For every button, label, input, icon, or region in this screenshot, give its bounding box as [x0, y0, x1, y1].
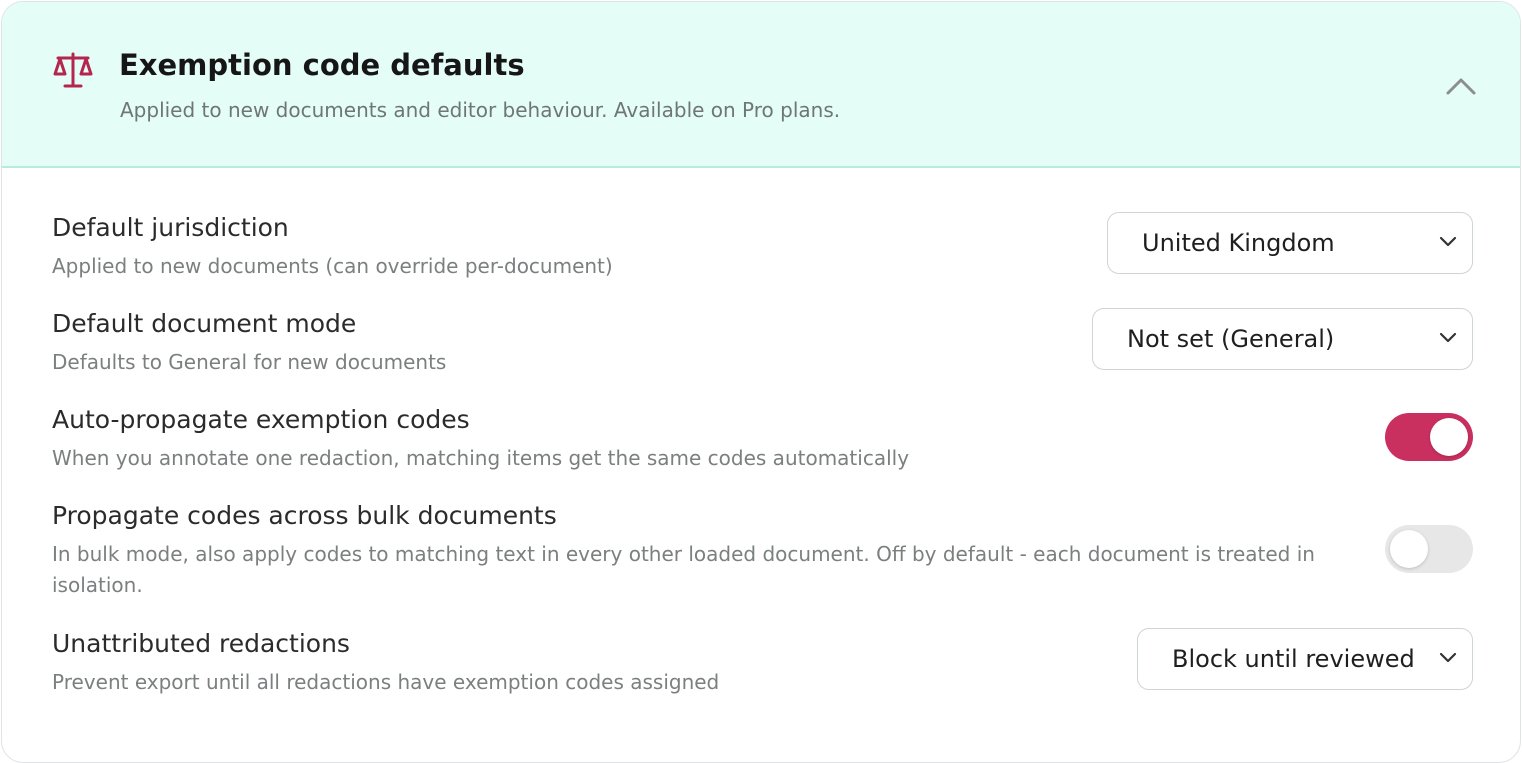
auto-propagate-description: When you annotate one redaction, matchin… — [52, 446, 910, 470]
document-mode-select-value: Not set (General) — [1127, 325, 1335, 353]
jurisdiction-label: Default jurisdiction — [52, 213, 289, 242]
toggle-knob — [1390, 530, 1428, 568]
card-header[interactable]: Exemption code defaults Applied to new d… — [2, 2, 1520, 168]
auto-propagate-label: Auto-propagate exemption codes — [52, 405, 470, 434]
unattributed-select-value: Block until reviewed — [1172, 645, 1415, 673]
bulk-propagate-toggle[interactable] — [1385, 525, 1473, 573]
document-mode-description: Defaults to General for new documents — [52, 350, 447, 374]
bulk-propagate-label: Propagate codes across bulk documents — [52, 501, 557, 530]
chevron-down-icon — [1439, 332, 1457, 343]
chevron-down-icon — [1439, 652, 1457, 663]
scales-icon — [53, 52, 93, 88]
jurisdiction-select[interactable]: United Kingdom — [1107, 212, 1473, 274]
bulk-propagate-description: In bulk mode, also apply codes to matchi… — [52, 542, 1315, 597]
settings-card: Exemption code defaults Applied to new d… — [1, 1, 1521, 763]
section-title: Exemption code defaults — [119, 48, 525, 82]
auto-propagate-toggle[interactable] — [1385, 413, 1473, 461]
jurisdiction-description: Applied to new documents (can override p… — [52, 254, 613, 278]
document-mode-label: Default document mode — [52, 309, 357, 338]
unattributed-description: Prevent export until all redactions have… — [52, 670, 720, 694]
jurisdiction-select-value: United Kingdom — [1142, 229, 1335, 257]
toggle-knob — [1430, 418, 1468, 456]
unattributed-label: Unattributed redactions — [52, 629, 350, 658]
chevron-up-icon[interactable] — [1439, 66, 1483, 106]
section-subtitle: Applied to new documents and editor beha… — [120, 98, 841, 122]
chevron-down-icon — [1439, 236, 1457, 247]
unattributed-select[interactable]: Block until reviewed — [1137, 628, 1473, 690]
document-mode-select[interactable]: Not set (General) — [1092, 308, 1473, 370]
